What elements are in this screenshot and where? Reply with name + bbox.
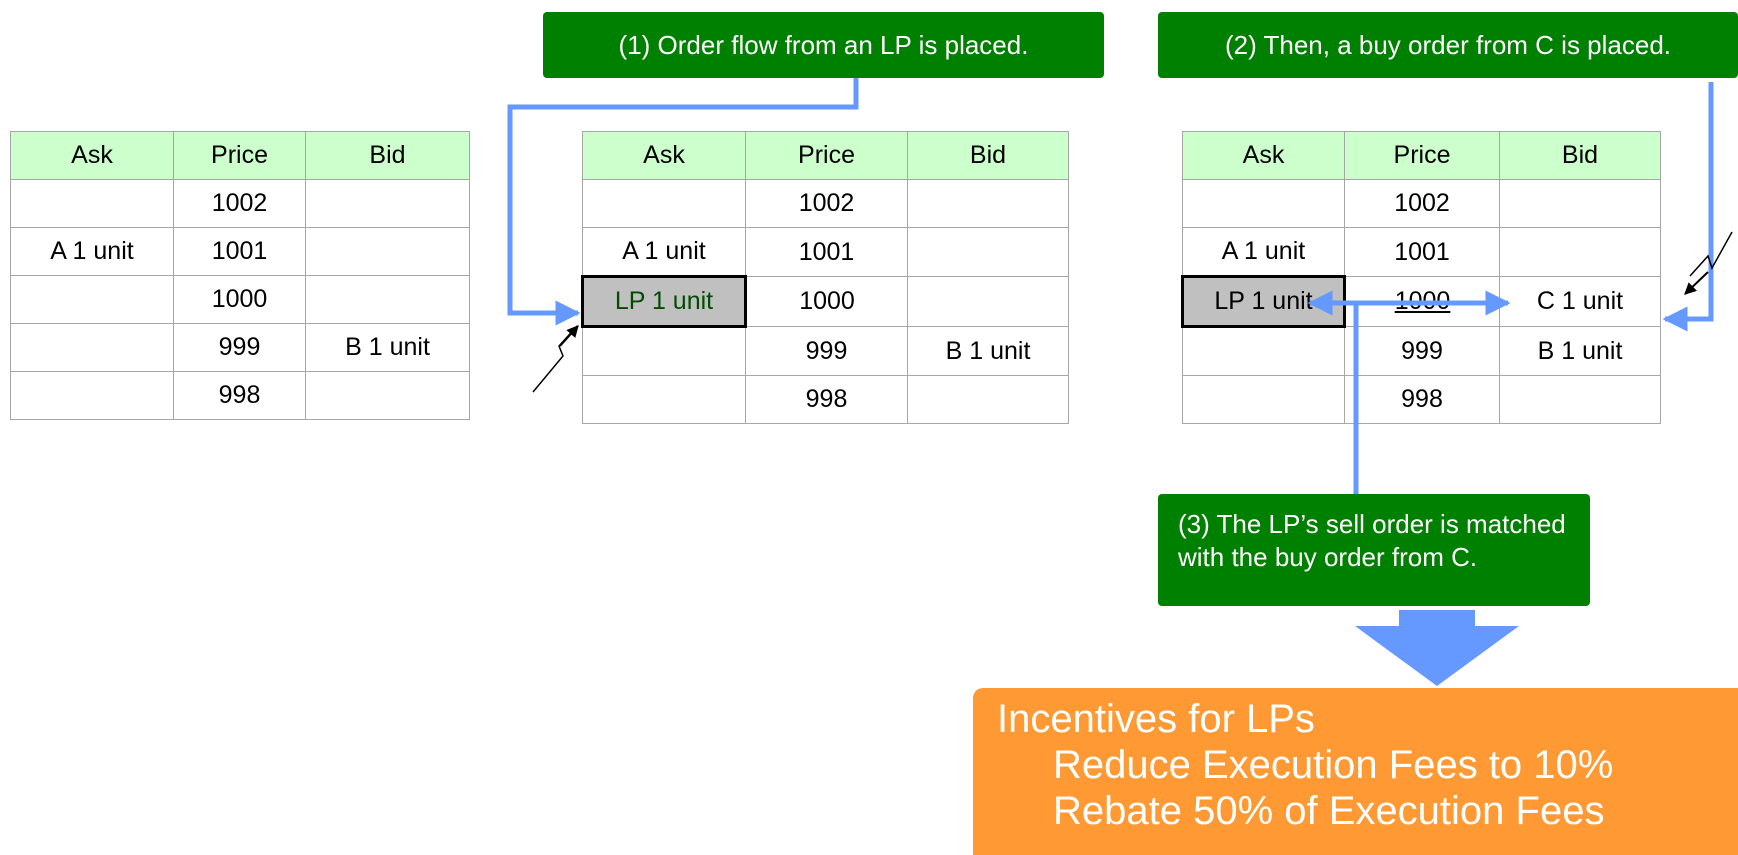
result-arrow (1397, 610, 1476, 624)
bid-header: Bid (1499, 131, 1661, 180)
bid-cell (305, 179, 470, 228)
step3-callout: (3) The LP’s sell order is matched with … (1158, 494, 1590, 606)
order-book-initial: Ask Price Bid 1002 A 1 unit 1001 1000 99… (10, 131, 470, 420)
down-arrow-shape (1398, 608, 1475, 686)
step3-line1: (3) The LP’s sell order is matched (1178, 509, 1566, 539)
step3-line2: with the buy order from C. (1178, 542, 1478, 572)
bid-cell: B 1 unit (1499, 326, 1661, 376)
bid-cell (907, 227, 1069, 277)
table-row: 1002 (10, 179, 470, 228)
price-cell: 999 (1344, 326, 1500, 376)
table-row: LP 1 unit 1000 C 1 unit (1181, 275, 1661, 328)
down-arrow (1398, 608, 1475, 626)
bid-cell (1499, 227, 1661, 277)
bid-cell (907, 276, 1069, 327)
down-arrow-icon (1355, 610, 1519, 686)
table-row: A 1 unit 1001 (10, 227, 470, 276)
ask-cell: A 1 unit (10, 227, 174, 276)
down-block-arrow (1398, 612, 1476, 655)
incentive-down-arrow (1398, 610, 1478, 626)
incentives-box: Incentives for LPs Reduce Execution Fees… (973, 688, 1738, 855)
lp-order-label: LP 1 unit (614, 287, 714, 315)
table-row: 999 B 1 unit (10, 323, 470, 372)
bid-header: Bid (305, 131, 470, 180)
ask-cell: A 1 unit (1182, 227, 1345, 277)
bid-cell (305, 227, 470, 276)
price-cell: 998 (745, 375, 908, 424)
table-header-row: Ask Price Bid (1182, 131, 1661, 180)
bid-cell (1499, 375, 1661, 424)
price-cell: 1001 (745, 227, 908, 277)
ask-cell (582, 326, 746, 376)
table-row: 1002 (1182, 179, 1661, 228)
ask-cell (582, 179, 746, 228)
step1-callout: (1) Order flow from an LP is placed. (543, 12, 1104, 78)
table-row: LP 1 unit 1000 (581, 275, 1069, 328)
price-cell: 999 (173, 323, 306, 372)
order-book-lp-placed: Ask Price Bid 1002 A 1 unit 1001 LP 1 un… (581, 131, 1069, 424)
price-cell: 999 (745, 326, 908, 376)
ask-cell (1182, 179, 1345, 228)
price-header: Price (173, 131, 306, 180)
ask-cell (1182, 326, 1345, 376)
lp-order-cell: LP 1 unit (1181, 275, 1346, 328)
price-cell: 1002 (745, 179, 908, 228)
table-row: 999 B 1 unit (1182, 326, 1661, 376)
incentives-title: Incentives for LPs (997, 697, 1315, 741)
price-cell: 1001 (1344, 227, 1500, 277)
bid-cell (305, 371, 470, 420)
incentive-pointer (1398, 612, 1475, 628)
ask-cell (10, 323, 174, 372)
table-row: 1002 (582, 179, 1069, 228)
matched-price-label: 1000 (1394, 287, 1451, 315)
ask-header: Ask (1182, 131, 1345, 180)
ask-header: Ask (10, 131, 174, 180)
ask-cell (10, 275, 174, 324)
step2-callout: (2) Then, a buy order from C is placed. (1158, 12, 1738, 78)
price-header: Price (1344, 131, 1500, 180)
table-row: A 1 unit 1001 (582, 227, 1069, 277)
lp-order-label: LP 1 unit (1214, 287, 1313, 315)
incentive-fee-rebate: Rebate 50% of Execution Fees (1053, 789, 1605, 833)
ask-cell (1182, 375, 1345, 424)
order-book-c-placed: Ask Price Bid 1002 A 1 unit 1001 LP 1 un… (1181, 131, 1661, 424)
lightning-bolt-icon (532, 325, 579, 393)
table-row: 998 (1182, 375, 1661, 424)
ask-header: Ask (582, 131, 746, 180)
table-header-row: Ask Price Bid (582, 131, 1069, 180)
table-header-row: Ask Price Bid (10, 131, 470, 180)
incentive-fee-reduction: Reduce Execution Fees to 10% (1053, 743, 1614, 787)
c-order-cell: C 1 unit (1499, 276, 1661, 327)
table-row: 1000 (10, 275, 470, 324)
table-row: 998 (582, 375, 1069, 424)
c-buy-order-arrow (1662, 82, 1714, 332)
bid-cell: B 1 unit (305, 323, 470, 372)
bid-cell (1499, 179, 1661, 228)
bid-cell (907, 179, 1069, 228)
matched-price-cell: 1000 (1344, 276, 1500, 327)
ask-cell (10, 371, 174, 420)
price-cell: 1000 (745, 276, 908, 327)
price-cell: 998 (1344, 375, 1500, 424)
down-block-arrow-main (1355, 609, 1519, 686)
price-header: Price (745, 131, 908, 180)
bid-header: Bid (907, 131, 1069, 180)
bid-cell (907, 375, 1069, 424)
ask-cell: A 1 unit (582, 227, 746, 277)
table-row: A 1 unit 1001 (1182, 227, 1661, 277)
price-cell: 1001 (173, 227, 306, 276)
ask-cell (582, 375, 746, 424)
price-cell: 1002 (1344, 179, 1500, 228)
table-row: 999 B 1 unit (582, 326, 1069, 376)
bid-cell: B 1 unit (907, 326, 1069, 376)
price-cell: 1000 (173, 275, 306, 324)
bid-cell (305, 275, 470, 324)
ask-cell (10, 179, 174, 228)
price-cell: 1002 (173, 179, 306, 228)
lp-order-cell: LP 1 unit (581, 275, 747, 328)
lightning-bolt-icon (1684, 231, 1733, 295)
price-cell: 998 (173, 371, 306, 420)
table-row: 998 (10, 371, 470, 420)
